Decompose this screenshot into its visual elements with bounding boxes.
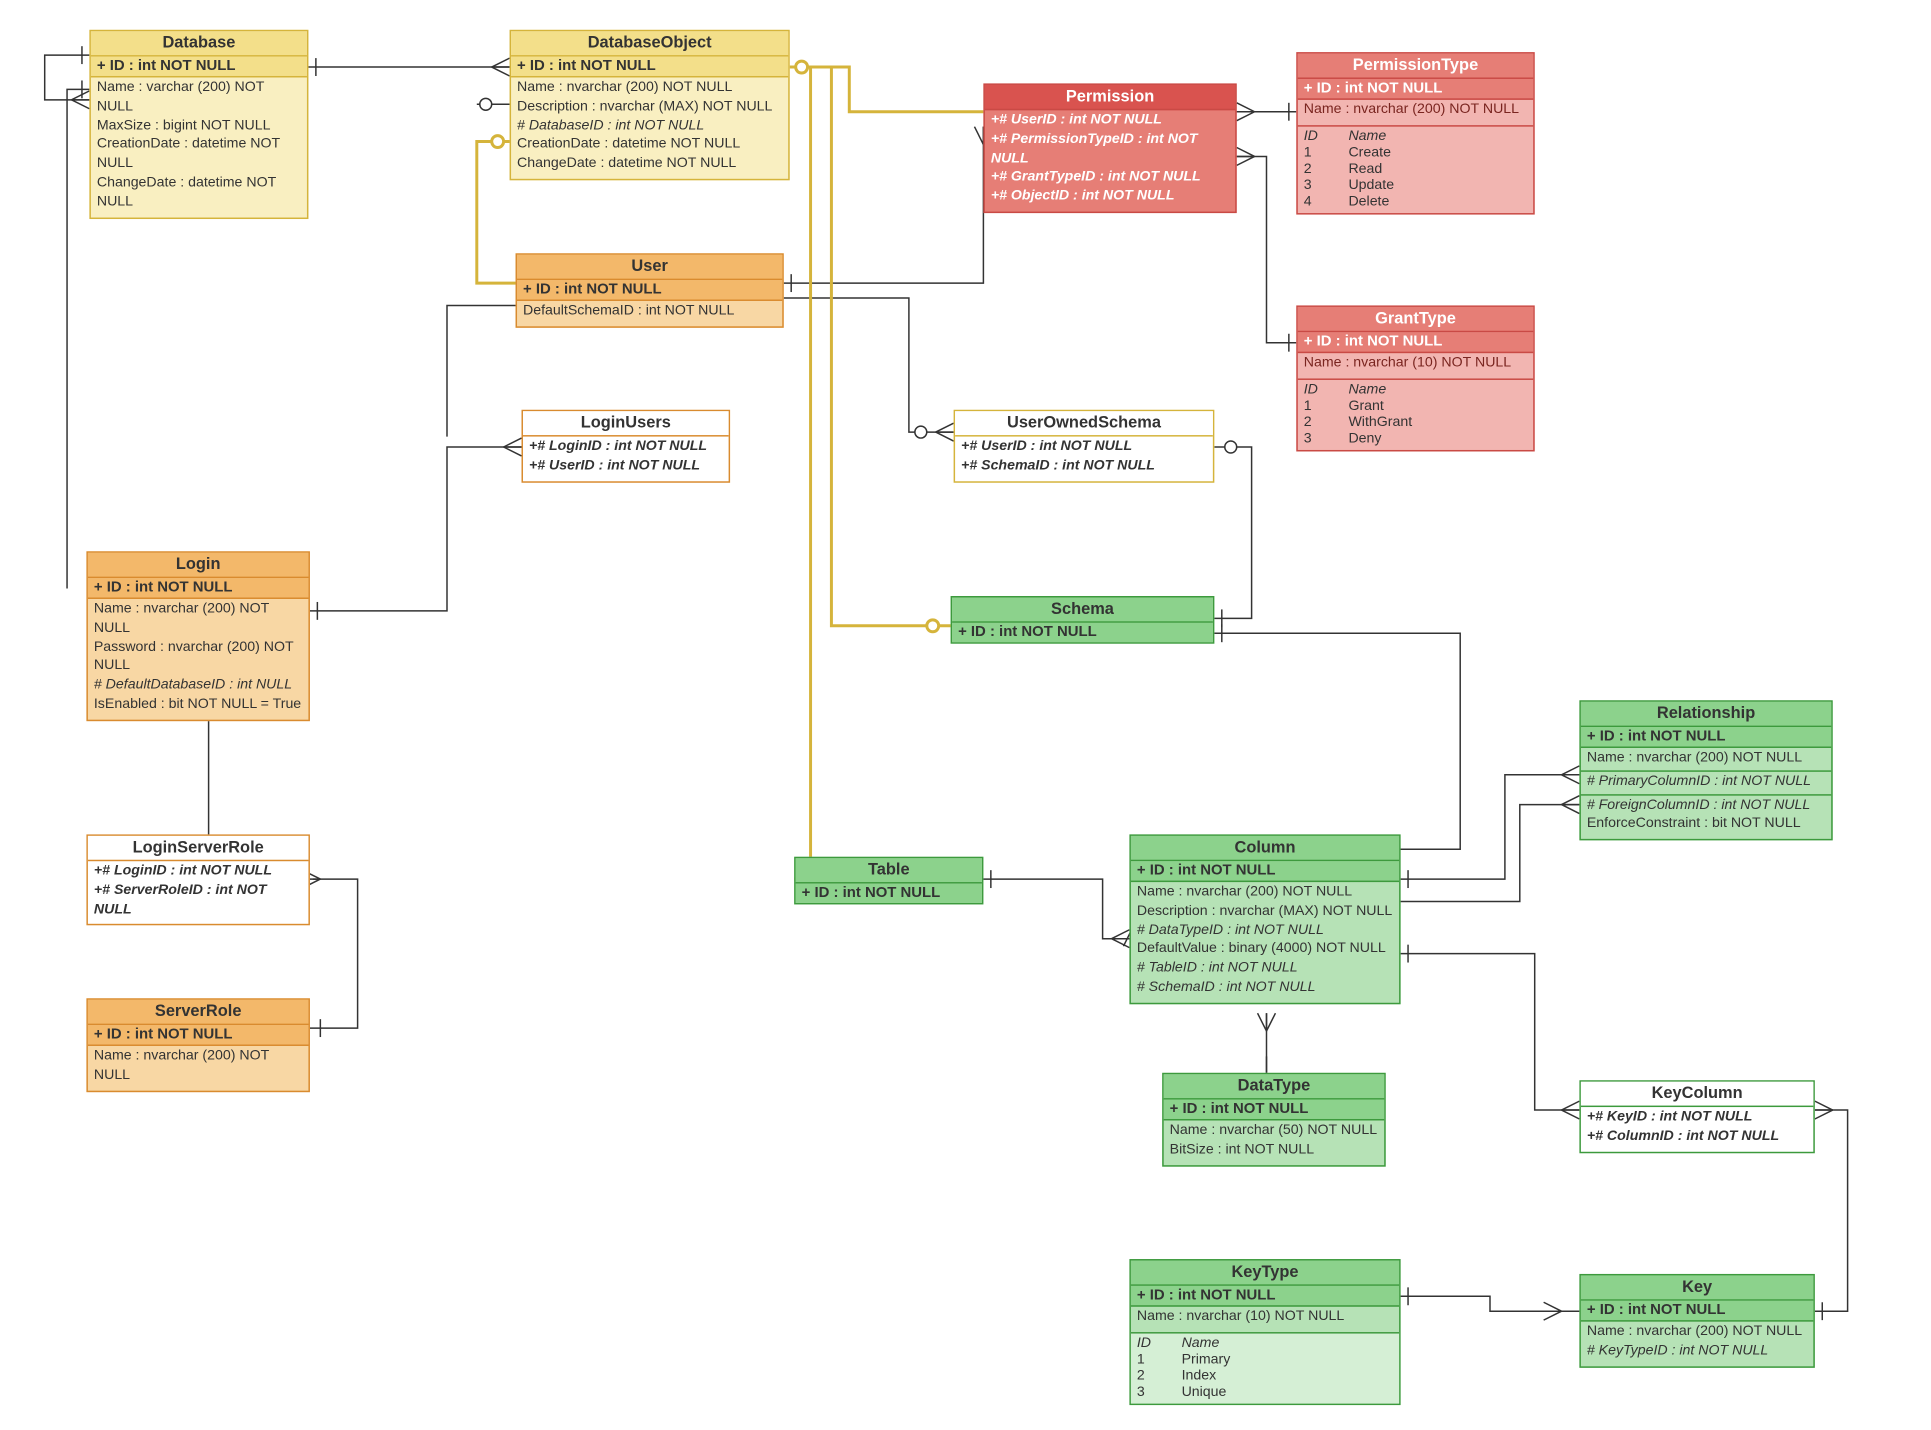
entity-column[interactable]: Column + ID : int NOT NULL Name : nvarch… — [1129, 834, 1400, 1004]
entity-attrs: Name : nvarchar (200) NOT NULL — [1298, 100, 1533, 125]
entity-schema[interactable]: Schema + ID : int NOT NULL — [951, 596, 1215, 644]
entity-title: GrantType — [1298, 307, 1533, 332]
entity-title: DatabaseObject — [511, 31, 788, 56]
entity-userownedschema[interactable]: UserOwnedSchema +# UserID : int NOT NULL… — [954, 410, 1215, 482]
entity-pk: + ID : int NOT NULL — [511, 57, 788, 78]
entity-attrs: Name : nvarchar (50) NOT NULL BitSize : … — [1164, 1120, 1385, 1164]
entity-serverrole[interactable]: ServerRole + ID : int NOT NULL Name : nv… — [86, 998, 310, 1091]
entity-title: DataType — [1164, 1074, 1385, 1099]
entity-pk: + ID : int NOT NULL — [952, 623, 1213, 642]
entity-title: LoginUsers — [523, 411, 729, 436]
entity-database[interactable]: Database + ID : int NOT NULL Name : varc… — [89, 30, 308, 219]
entity-pk: + ID : int NOT NULL — [1164, 1100, 1385, 1121]
entity-title: LoginServerRole — [88, 836, 309, 861]
entity-permission[interactable]: Permission +# UserID : int NOT NULL +# P… — [983, 83, 1236, 213]
entity-databaseobject[interactable]: DatabaseObject + ID : int NOT NULL Name … — [510, 30, 790, 181]
entity-key[interactable]: Key + ID : int NOT NULL Name : nvarchar … — [1579, 1274, 1814, 1367]
entity-attrs: +# UserID : int NOT NULL +# PermissionTy… — [985, 110, 1235, 211]
entity-title: Table — [796, 858, 982, 883]
entity-attrs: Name : nvarchar (200) NOT NULL — [88, 1046, 309, 1090]
entity-attrs: +# LoginID : int NOT NULL +# ServerRoleI… — [88, 861, 309, 924]
entity-title: Key — [1581, 1275, 1813, 1300]
entity-relationship[interactable]: Relationship + ID : int NOT NULL Name : … — [1579, 700, 1832, 840]
entity-title: Schema — [952, 597, 1213, 622]
entity-attrs: Name : nvarchar (200) NOT NULL # Primary… — [1581, 748, 1831, 839]
entity-title: KeyType — [1131, 1261, 1399, 1286]
entity-pk: + ID : int NOT NULL — [1298, 332, 1533, 353]
entity-title: Relationship — [1581, 702, 1831, 727]
entity-granttype[interactable]: GrantType + ID : int NOT NULL Name : nva… — [1296, 305, 1534, 451]
entity-attrs: Name : nvarchar (200) NOT NULL Password … — [88, 599, 309, 720]
entity-rows: IDName 1Grant 2WithGrant 3Deny — [1298, 378, 1533, 450]
entity-login[interactable]: Login + ID : int NOT NULL Name : nvarcha… — [86, 551, 310, 721]
entity-title: Column — [1131, 836, 1399, 861]
entity-title: Database — [91, 31, 307, 56]
entity-title: Login — [88, 553, 309, 578]
entity-datatype[interactable]: DataType + ID : int NOT NULL Name : nvar… — [1162, 1073, 1386, 1166]
entity-attrs: Name : varchar (200) NOT NULL MaxSize : … — [91, 77, 307, 217]
entity-title: PermissionType — [1298, 54, 1533, 79]
entity-keycolumn[interactable]: KeyColumn +# KeyID : int NOT NULL +# Col… — [1579, 1080, 1814, 1152]
entity-attrs: Name : nvarchar (200) NOT NULL Descripti… — [1131, 882, 1399, 1003]
entity-attrs: DefaultSchemaID : int NOT NULL — [517, 301, 782, 326]
entity-rows: IDName 1Primary 2Index 3Unique — [1131, 1332, 1399, 1404]
entity-pk: + ID : int NOT NULL — [91, 57, 307, 78]
entity-attrs: Name : nvarchar (10) NOT NULL — [1298, 353, 1533, 378]
entity-title: Permission — [985, 85, 1235, 110]
entity-pk: + ID : int NOT NULL — [88, 1025, 309, 1046]
entity-pk: + ID : int NOT NULL — [796, 884, 982, 903]
entity-pk: + ID : int NOT NULL — [1581, 727, 1831, 748]
entity-title: UserOwnedSchema — [955, 411, 1213, 436]
entity-attrs: Name : nvarchar (200) NOT NULL # KeyType… — [1581, 1322, 1813, 1366]
entity-attrs: Name : nvarchar (10) NOT NULL — [1131, 1307, 1399, 1332]
entity-pk: + ID : int NOT NULL — [1131, 1286, 1399, 1307]
entity-rows: IDName 1Create 2Read 3Update 4Delete — [1298, 125, 1533, 213]
entity-title: KeyColumn — [1581, 1082, 1813, 1107]
entity-pk: + ID : int NOT NULL — [517, 280, 782, 301]
entity-table[interactable]: Table + ID : int NOT NULL — [794, 857, 983, 905]
entity-attrs: +# UserID : int NOT NULL +# SchemaID : i… — [955, 437, 1213, 481]
entity-pk: + ID : int NOT NULL — [1298, 79, 1533, 100]
entity-title: ServerRole — [88, 1000, 309, 1025]
entity-title: User — [517, 255, 782, 280]
entity-keytype[interactable]: KeyType + ID : int NOT NULL Name : nvarc… — [1129, 1259, 1400, 1405]
entity-user[interactable]: User + ID : int NOT NULL DefaultSchemaID… — [516, 253, 784, 327]
entity-pk: + ID : int NOT NULL — [1581, 1301, 1813, 1322]
entity-permissiontype[interactable]: PermissionType + ID : int NOT NULL Name … — [1296, 52, 1534, 214]
entity-attrs: +# KeyID : int NOT NULL +# ColumnID : in… — [1581, 1107, 1813, 1151]
entity-loginserverrole[interactable]: LoginServerRole +# LoginID : int NOT NUL… — [86, 834, 310, 926]
entity-pk: + ID : int NOT NULL — [88, 578, 309, 599]
entity-pk: + ID : int NOT NULL — [1131, 861, 1399, 882]
entity-loginusers[interactable]: LoginUsers +# LoginID : int NOT NULL +# … — [522, 410, 731, 482]
entity-attrs: +# LoginID : int NOT NULL +# UserID : in… — [523, 437, 729, 481]
entity-attrs: Name : nvarchar (200) NOT NULL Descripti… — [511, 77, 788, 178]
